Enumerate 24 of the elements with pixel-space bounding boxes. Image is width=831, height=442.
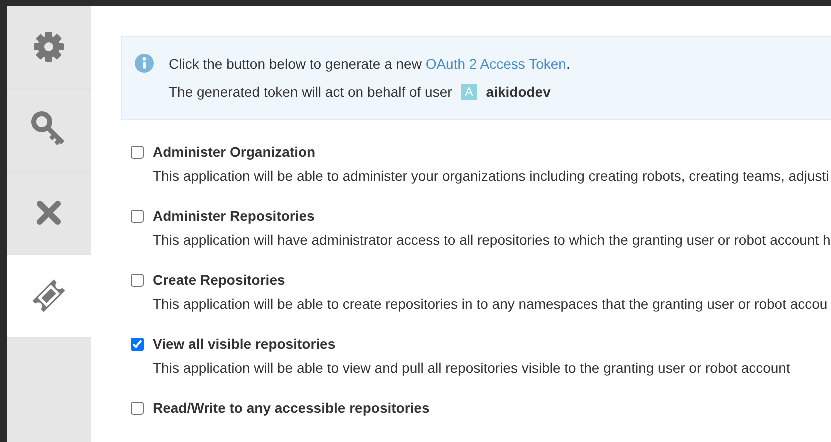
permission-checkbox[interactable]: [131, 146, 144, 158]
permission-checkbox[interactable]: [131, 274, 144, 286]
info-text: The generated token will act on behalf of user: [169, 84, 452, 100]
oauth-link[interactable]: OAuth 2 Access Token: [426, 56, 566, 72]
username: aikidodev: [486, 84, 551, 100]
permission-description: This application will be able to view and pull all repositories visible to the granting user or robot account: [153, 360, 792, 376]
permission-checkbox[interactable]: [131, 402, 144, 414]
permission-description: This application will have administrator access to all repositories to which the granting user or robot account h: [153, 232, 831, 248]
info-text: Click the button below to generate a new OAuth 2 Access Token.: [169, 56, 570, 72]
permission-title: Read/Write to any accessible repositories: [153, 400, 430, 416]
avatar-badge: A: [461, 84, 478, 100]
permission-title: Administer Repositories: [153, 208, 315, 224]
permission-title: Create Repositories: [153, 272, 286, 288]
permission-description: This application will be able to administer your organizations including creating robots, creating teams, adjusti: [153, 168, 830, 184]
ticket-icon: [31, 278, 67, 314]
permission-checkbox[interactable]: [131, 338, 144, 350]
settings-icon: [32, 30, 66, 64]
permission-checkbox[interactable]: [131, 210, 144, 222]
close-icon: [36, 200, 62, 226]
permission-description: This application will be able to create repositories in to any namespaces that the granting user or robot accou: [153, 296, 829, 312]
info-icon: [135, 54, 154, 73]
permission-title: View all visible repositories: [153, 336, 336, 352]
sidebar-tab[interactable]: [7, 255, 91, 338]
permission-title: Administer Organization: [153, 144, 316, 160]
